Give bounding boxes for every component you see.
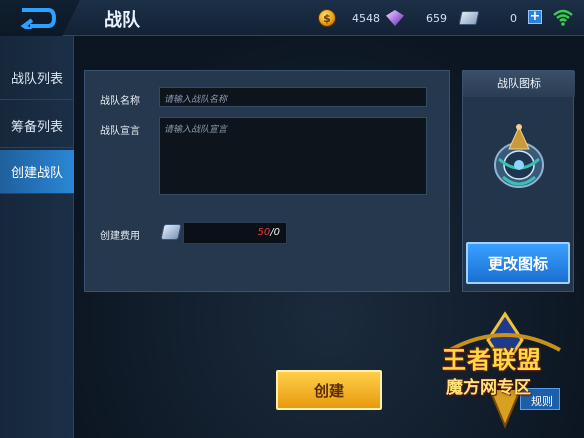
coin-amount: 4548	[352, 11, 380, 25]
diamond-icon	[386, 10, 404, 26]
gold-coin-icon: $	[318, 9, 336, 27]
sidebar-item-label: 筹备列表	[10, 120, 63, 135]
creation-cost-label: 创建费用	[100, 231, 140, 242]
ticket-counter: 0	[458, 8, 517, 28]
team-name-label: 战队名称	[100, 96, 140, 107]
team-motto-label: 战队宣言	[100, 126, 140, 137]
sidebar: 战队列表 筹备列表 创建战队	[0, 36, 74, 438]
sidebar-item-create-team[interactable]: 创建战队	[0, 150, 74, 194]
back-button[interactable]	[0, 0, 80, 36]
sidebar-item-team-list[interactable]: 战队列表	[0, 56, 74, 100]
ticket-amount: 0	[510, 11, 517, 25]
team-name-input[interactable]: 请输入战队名称	[159, 87, 427, 107]
creation-cost-value: 50/0	[183, 222, 287, 244]
sidebar-item-label: 创建战队	[10, 166, 63, 181]
wifi-icon	[553, 9, 573, 26]
back-arrow-icon	[20, 8, 57, 29]
team-emblem-icon	[494, 124, 544, 188]
add-currency-button[interactable]: +	[528, 10, 542, 24]
gem-counter: 659	[386, 8, 447, 28]
team-icon-title: 战队图标	[463, 71, 575, 97]
sidebar-item-label: 战队列表	[10, 72, 63, 87]
cost-total: /0	[270, 227, 280, 238]
cost-current: 50	[257, 227, 271, 238]
sidebar-item-preparing-list[interactable]: 筹备列表	[0, 104, 74, 148]
team-motto-input[interactable]: 请输入战队宣言	[159, 117, 427, 195]
create-button[interactable]: 创建	[276, 370, 382, 410]
coin-counter: $ 4548	[318, 8, 380, 28]
watermark-subtitle: 魔方网专区	[446, 378, 531, 398]
ticket-icon	[160, 224, 182, 240]
top-bar: 战队 $ 4548 659 0 +	[0, 0, 584, 36]
ticket-icon	[458, 11, 480, 25]
watermark-title: 王者联盟	[442, 346, 542, 374]
gem-amount: 659	[426, 11, 447, 25]
page-title: 战队	[104, 10, 140, 31]
change-icon-button[interactable]: 更改图标	[466, 242, 570, 284]
